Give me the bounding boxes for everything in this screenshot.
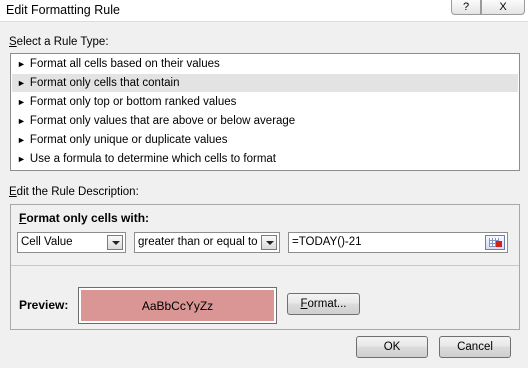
chevron-down-icon[interactable] — [107, 235, 123, 250]
rule-type-item-label: Format only values that are above or bel… — [29, 115, 296, 127]
rule-type-list[interactable]: ► Format all cells based on their values … — [10, 53, 520, 171]
rule-description-panel: Format only cells with: Cell Value great… — [10, 204, 520, 330]
cancel-button[interactable]: Cancel — [439, 336, 511, 358]
rule-type-hotkey: S — [9, 36, 17, 48]
rule-type-item-label: Use a formula to determine which cells t… — [29, 153, 276, 165]
rule-type-label-text: elect a Rule Type: — [16, 36, 109, 48]
rule-type-item[interactable]: ► Format all cells based on their values — [12, 55, 518, 73]
arrow-icon: ► — [17, 59, 26, 69]
rule-type-item-label: Format only cells that contain — [29, 77, 180, 89]
formula-input[interactable]: =TODAY()-21 — [288, 232, 508, 253]
arrow-icon: ► — [17, 116, 26, 126]
help-button[interactable]: ? — [451, 0, 481, 15]
rule-description-label: Edit the Rule Description: — [9, 186, 139, 198]
ok-button[interactable]: OK — [356, 336, 428, 358]
chevron-down-icon[interactable] — [261, 235, 277, 250]
cell-value-dropdown[interactable]: Cell Value — [17, 232, 126, 253]
format-button-label: ormat... — [307, 298, 347, 310]
arrow-icon: ► — [17, 78, 26, 88]
rule-type-item-label: Format only unique or duplicate values — [29, 134, 228, 146]
arrow-icon: ► — [17, 135, 26, 145]
rule-type-item-label: Format all cells based on their values — [29, 58, 220, 70]
arrow-icon: ► — [17, 97, 26, 107]
rule-type-item[interactable]: ► Use a formula to determine which cells … — [12, 150, 518, 168]
format-only-label-text: ormat only cells with: — [26, 211, 150, 225]
rule-type-item[interactable]: ► Format only unique or duplicate values — [12, 131, 518, 149]
format-button-hotkey: F — [300, 298, 308, 310]
arrow-icon: ► — [17, 154, 26, 164]
rule-type-label: Select a Rule Type: — [9, 36, 109, 48]
preview-label: Preview: — [19, 298, 69, 312]
preview-swatch: AaBbCcYyZz — [81, 290, 274, 321]
rule-type-item[interactable]: ► Format only values that are above or be… — [12, 112, 518, 130]
cell-value-dropdown-value: Cell Value — [21, 236, 73, 248]
rule-description-hotkey: E — [9, 186, 17, 198]
close-button[interactable]: X — [481, 0, 525, 15]
rule-type-item-selected[interactable]: ► Format only cells that contain — [12, 74, 518, 92]
format-button[interactable]: Format... — [287, 293, 360, 315]
rule-type-item-label: Format only top or bottom ranked values — [29, 96, 237, 108]
formula-input-value: =TODAY()-21 — [292, 236, 362, 248]
title-bar: Edit Formatting Rule ? X — [0, 0, 528, 22]
divider — [11, 265, 519, 266]
operator-dropdown-value: greater than or equal to — [138, 236, 258, 248]
operator-dropdown[interactable]: greater than or equal to — [134, 232, 280, 253]
rule-type-item[interactable]: ► Format only top or bottom ranked values — [12, 93, 518, 111]
preview-box: AaBbCcYyZz — [78, 287, 277, 324]
format-only-label: Format only cells with: — [19, 211, 149, 225]
rule-description-label-text: dit the Rule Description: — [16, 186, 139, 198]
window-title: Edit Formatting Rule — [6, 3, 120, 17]
range-select-icon[interactable] — [485, 235, 505, 250]
